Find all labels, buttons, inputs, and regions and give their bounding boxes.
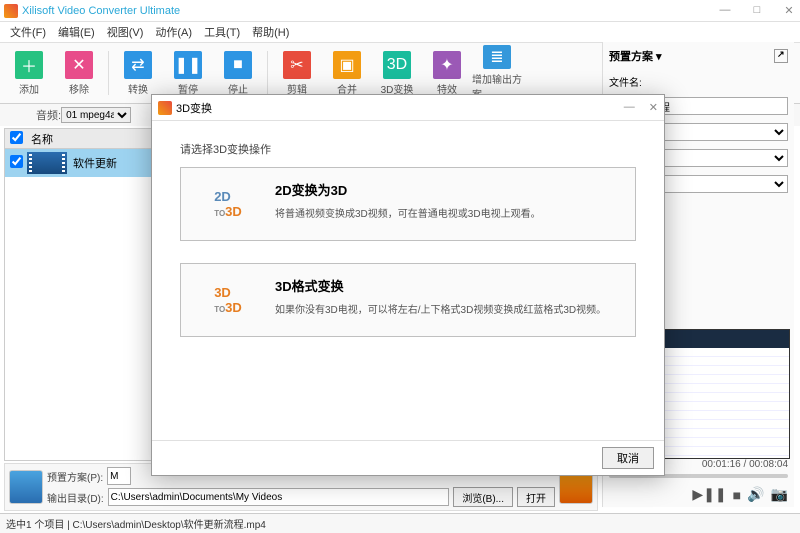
app-logo — [4, 4, 18, 18]
audio-label: 音频: — [36, 107, 61, 123]
menu-file[interactable]: 文件(F) — [6, 24, 50, 40]
stop-button[interactable]: ■停止 — [213, 45, 263, 101]
option1-desc: 将普通视频变换成3D视频，可在普通电视或3D电视上观看。 — [275, 205, 619, 220]
preset-label: 预置方案(P): — [47, 469, 103, 484]
pause-icon: ❚❚ — [174, 51, 202, 79]
3d-icon: 3D — [383, 51, 411, 79]
dialog-icon — [158, 101, 172, 115]
cancel-button[interactable]: 取消 — [602, 447, 654, 469]
menubar: 文件(F) 编辑(E) 视图(V) 动作(A) 工具(T) 帮助(H) — [0, 22, 800, 42]
2d-to-3d-icon: 2DTO3D — [197, 180, 259, 228]
3d-button[interactable]: 3D3D变换 — [372, 45, 422, 101]
expand-icon[interactable] — [774, 49, 788, 63]
menu-help[interactable]: 帮助(H) — [248, 24, 293, 40]
scissors-icon: ✂ — [283, 51, 311, 79]
profile-thumbnail[interactable] — [9, 470, 43, 504]
merge-icon: ▣ — [333, 51, 361, 79]
status-text: 选中1 个项目 | C:\Users\admin\Desktop\软件更新流程.… — [6, 520, 266, 531]
menu-view[interactable]: 视图(V) — [103, 24, 148, 40]
titlebar: Xilisoft Video Converter Ultimate — □ ✕ — [0, 0, 800, 22]
merge-button[interactable]: ▣合并 — [322, 45, 372, 101]
dialog-close[interactable]: ✕ — [649, 101, 658, 114]
maximize-button[interactable]: □ — [750, 4, 764, 17]
row-checkbox[interactable] — [10, 155, 23, 168]
effects-button[interactable]: ✦特效 — [422, 45, 472, 101]
browse-button[interactable]: 浏览(B)... — [453, 487, 513, 507]
plus-icon: ＋ — [15, 51, 43, 79]
menu-edit[interactable]: 编辑(E) — [54, 24, 99, 40]
snapshot-icon[interactable]: 📷 — [771, 486, 788, 503]
menu-tools[interactable]: 工具(T) — [200, 24, 244, 40]
play-pause-icon[interactable]: ▶❚❚ — [692, 486, 726, 503]
remove-button[interactable]: ✕移除 — [54, 45, 104, 101]
dialog-minimize[interactable]: — — [624, 101, 635, 114]
dialog-titlebar: 3D变换 — ✕ — [152, 95, 664, 121]
stop-icon[interactable]: ■ — [733, 487, 741, 503]
option-2d-to-3d[interactable]: 2DTO3D 2D变换为3D 将普通视频变换成3D视频，可在普通电视或3D电视上… — [180, 167, 636, 241]
filename-label: 文件名: — [609, 78, 642, 89]
stop-icon: ■ — [224, 51, 252, 79]
cut-button[interactable]: ✂剪辑 — [272, 45, 322, 101]
app-title: Xilisoft Video Converter Ultimate — [22, 5, 180, 17]
3d-to-3d-icon: 3DTO3D — [197, 276, 259, 324]
audio-select[interactable]: 01 mpeg4aa — [61, 107, 131, 123]
select-all-checkbox[interactable] — [10, 131, 23, 144]
minimize-button[interactable]: — — [718, 4, 732, 17]
pause-button[interactable]: ❚❚暂停 — [163, 45, 213, 101]
row-filename: 软件更新 — [73, 155, 117, 171]
open-button[interactable]: 打开 — [517, 487, 555, 507]
option2-title: 3D格式变换 — [275, 276, 619, 295]
outdir-input[interactable] — [108, 488, 450, 506]
add-button[interactable]: ＋添加 — [4, 45, 54, 101]
menu-action[interactable]: 动作(A) — [151, 24, 196, 40]
wand-icon: ✦ — [433, 51, 461, 79]
option1-title: 2D变换为3D — [275, 180, 619, 199]
close-button[interactable]: ✕ — [782, 4, 796, 17]
status-bar: 选中1 个项目 | C:\Users\admin\Desktop\软件更新流程.… — [0, 513, 800, 533]
preset-input[interactable] — [107, 467, 131, 485]
volume-icon[interactable]: 🔊 — [747, 486, 764, 503]
dialog-prompt: 请选择3D变换操作 — [180, 141, 636, 157]
preset-header[interactable]: 预置方案 ▾ — [609, 48, 662, 64]
outdir-label: 输出目录(D): — [47, 490, 104, 505]
x-icon: ✕ — [65, 51, 93, 79]
video-thumbnail — [27, 152, 67, 174]
convert-button[interactable]: ⇄转换 — [113, 45, 163, 101]
add-profile-button[interactable]: ≣增加输出方案 — [472, 45, 522, 101]
profile-icon: ≣ — [483, 45, 511, 69]
option-3d-to-3d[interactable]: 3DTO3D 3D格式变换 如果你没有3D电视，可以将左右/上下格式3D视频变换… — [180, 263, 636, 337]
convert-icon: ⇄ — [124, 51, 152, 79]
dialog-title: 3D变换 — [176, 100, 212, 116]
3d-conversion-dialog: 3D变换 — ✕ 请选择3D变换操作 2DTO3D 2D变换为3D 将普通视频变… — [151, 94, 665, 476]
option2-desc: 如果你没有3D电视，可以将左右/上下格式3D视频变换成红蓝格式3D视频。 — [275, 301, 619, 316]
